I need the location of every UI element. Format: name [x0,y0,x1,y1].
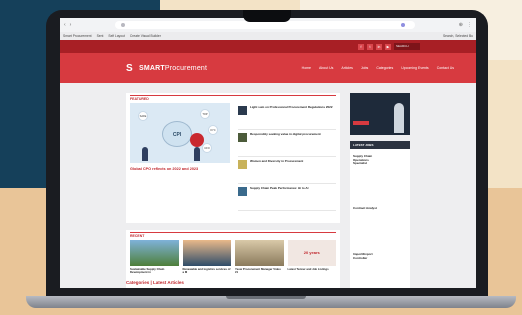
nav-menu: Home About Us Articles Jobs Categories U… [302,66,454,70]
featured-title[interactable]: Global CPO reflects on 2022 and 2023 [130,167,230,171]
thumbnail-image [238,160,247,169]
jobs-heading: LATEST JOBS [350,141,410,149]
categories-heading: Categories | Latest Articles [126,280,184,285]
hero-orb: TOP [200,109,210,119]
main-navigation: S SMARTProcurement Home About Us Article… [60,53,476,83]
card-title: Latest Tenner and Job Listings [287,267,329,271]
recent-card[interactable]: Renewable and logistics services of a M [182,240,231,275]
list-item-title: Women and Diversity in Procurement [250,159,304,163]
ad-person-figure [394,103,404,133]
list-item[interactable]: Responsibly seeking value in digital pro… [238,130,336,157]
thumbnail-image [238,133,247,142]
camera-notch [243,10,291,22]
nav-item-home[interactable]: Home [302,66,311,70]
job-item[interactable]: Import/Export Controller [353,252,409,260]
job-title: Import/Export Controller [353,252,373,260]
list-item-title: Responsibly seeking value in digital pro… [250,132,321,136]
sidebar: LATEST JOBS Supply Chain Operations Spec… [350,93,410,288]
hero-orb: SAFE [138,111,148,121]
youtube-icon[interactable]: ▶ [385,43,391,50]
card-image [235,240,284,266]
hero-orb: CFO [202,143,212,153]
laptop-base-groove [226,296,306,299]
featured-list: Light sum on Professional Procurement Re… [238,103,336,211]
sidebar-ad-banner[interactable] [350,93,410,135]
card-image: 20 years [287,240,336,266]
site-logo[interactable]: S SMARTProcurement [126,63,207,74]
bookmark-item[interactable]: Create Visual Builder [130,34,161,38]
job-item[interactable]: Supply Chain Operations Specialist [353,154,409,166]
bookmarks-bar: Smart Procurement Sent Self Layout Creat… [60,32,476,40]
featured-heading: FEATURED [130,95,336,101]
list-item[interactable]: Supply Chain Peak Performance: Hi to Al [238,184,336,211]
nav-item-about[interactable]: About Us [319,66,333,70]
bookmark-item[interactable]: Self Layout [108,34,125,38]
twitter-icon[interactable]: t [367,43,373,50]
card-title: Yeow Procurement Manager Video #1 [235,267,281,275]
back-arrow-icon[interactable]: ‹ [64,22,66,28]
recent-card[interactable]: Yeow Procurement Manager Video #1 [235,240,284,275]
nav-item-categories[interactable]: Categories [376,66,393,70]
card-title: Sustainable Supply Chain Development in [130,267,165,275]
logo-text: SMARTProcurement [139,64,208,72]
forward-arrow-icon[interactable]: › [70,22,72,28]
extensions-icon[interactable]: ⊕ [459,22,463,28]
address-bar[interactable] [115,21,415,29]
list-item-title: Supply Chain Peak Performance: Hi to Al [250,186,309,190]
card-image [182,240,231,266]
bookmark-item[interactable]: Sent [97,34,104,38]
page-content: FEATURED CPI SAFE TOP KYC CFO Global CPO… [60,83,476,288]
list-item-title: Light sum on Professional Procurement Re… [250,105,333,109]
featured-section: FEATURED CPI SAFE TOP KYC CFO Global CPO… [126,93,340,223]
job-item[interactable]: Contract Analyst [353,206,409,211]
card-title: Renewable and logistics services of a M [182,267,231,275]
nav-item-contact[interactable]: Contact Us [437,66,454,70]
recent-heading: RECENT [130,232,336,238]
laptop-screen: ‹ › ⊕ ⋮ Smart Procurement Sent Self Layo… [60,18,476,288]
menu-dots-icon[interactable]: ⋮ [467,22,472,28]
list-item[interactable]: Women and Diversity in Procurement [238,157,336,184]
recent-card[interactable]: Sustainable Supply Chain Development in [130,240,179,275]
linkedin-icon[interactable]: in [376,43,382,50]
card-image [130,240,179,266]
nav-item-events[interactable]: Upcoming Events [401,66,428,70]
social-bar: f t in ▶ SEARCH [60,40,476,53]
recent-card[interactable]: 20 years Latest Tenner and Job Listings [287,240,336,275]
featured-hero-image[interactable]: CPI SAFE TOP KYC CFO [130,103,230,163]
recent-grid: Sustainable Supply Chain Development in … [130,240,336,275]
search-box[interactable]: SEARCH [394,43,420,50]
list-item[interactable]: Light sum on Professional Procurement Re… [238,103,336,130]
job-title: Contract Analyst [353,206,377,210]
hero-red-orb [190,133,204,147]
logo-mark-icon: S [126,62,133,74]
nav-item-jobs[interactable]: Jobs [361,66,368,70]
site-favicon-icon [121,23,126,27]
thumbnail-image [238,106,247,115]
nav-item-articles[interactable]: Articles [341,66,352,70]
hero-person-figure [194,147,200,161]
bookmark-item[interactable]: Search, Selected Bu [443,34,473,38]
latest-jobs-panel: LATEST JOBS Supply Chain Operations Spec… [350,141,410,288]
facebook-icon[interactable]: f [358,43,364,50]
extension-icon[interactable] [400,23,405,27]
ad-cta-button[interactable] [353,121,369,125]
hero-person-figure [142,147,148,161]
bookmark-item[interactable]: Smart Procurement [63,34,92,38]
hero-cloud-label: CPI [162,121,192,147]
job-title: Supply Chain Operations Specialist [353,154,373,166]
thumbnail-image [238,187,247,196]
hero-orb: KYC [208,125,218,135]
